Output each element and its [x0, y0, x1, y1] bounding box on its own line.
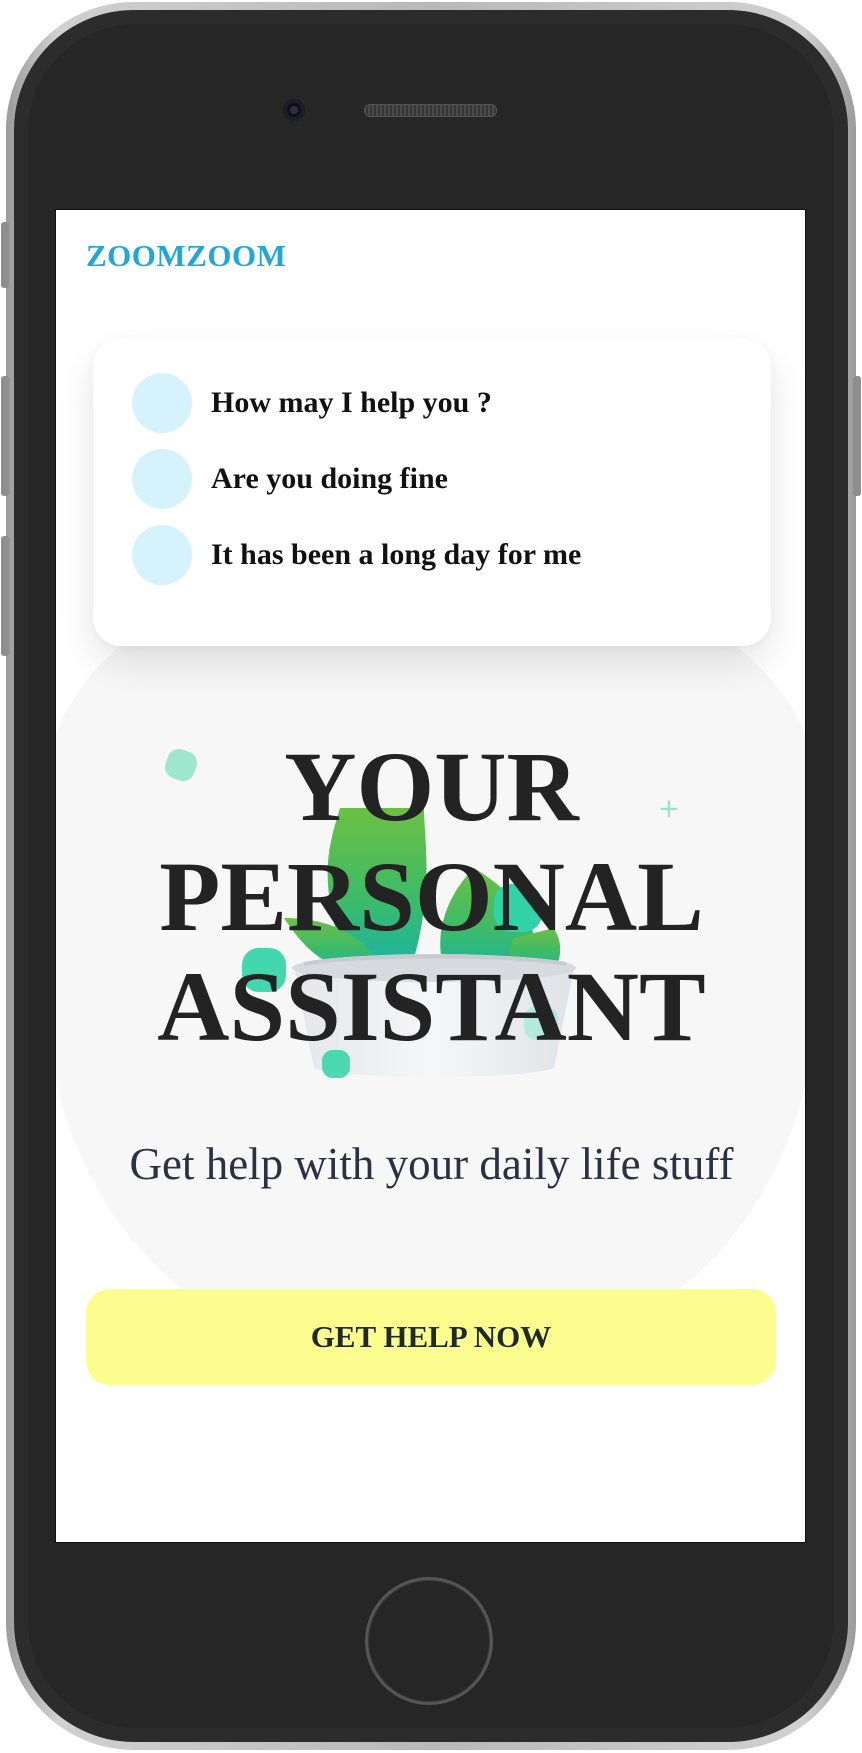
headline-line: ASSISTANT	[157, 951, 706, 1062]
chat-message-text: How may I help you ?	[211, 386, 492, 419]
avatar	[132, 373, 192, 433]
avatar	[132, 449, 192, 509]
chat-message: How may I help you ?	[132, 373, 492, 433]
chat-message: It has been a long day for me	[132, 525, 581, 585]
volume-down-button	[1, 536, 9, 656]
chat-message-text: Are you doing fine	[211, 462, 448, 495]
brand-logo[interactable]: ZOOMZOOM	[86, 238, 286, 274]
mute-switch	[1, 222, 9, 288]
get-help-button[interactable]: GET HELP NOW	[86, 1289, 776, 1385]
avatar	[132, 525, 192, 585]
chat-message: Are you doing fine	[132, 449, 448, 509]
hero-subtitle: Get help with your daily life stuff	[129, 1139, 734, 1189]
headline-line: PERSONAL	[159, 841, 704, 952]
app-screen: + ZOOMZOOM How may I help you ? Are you …	[55, 209, 806, 1543]
hero-headline: YOUR PERSONAL ASSISTANT	[56, 731, 805, 1062]
chat-preview-card: How may I help you ? Are you doing fine …	[93, 338, 771, 646]
volume-up-button	[1, 376, 9, 496]
front-camera-icon	[283, 99, 305, 121]
power-button	[853, 376, 861, 496]
earpiece-speaker	[364, 104, 497, 117]
chat-message-text: It has been a long day for me	[211, 538, 582, 571]
home-button-icon[interactable]	[365, 1577, 493, 1705]
headline-line: YOUR	[284, 731, 579, 842]
